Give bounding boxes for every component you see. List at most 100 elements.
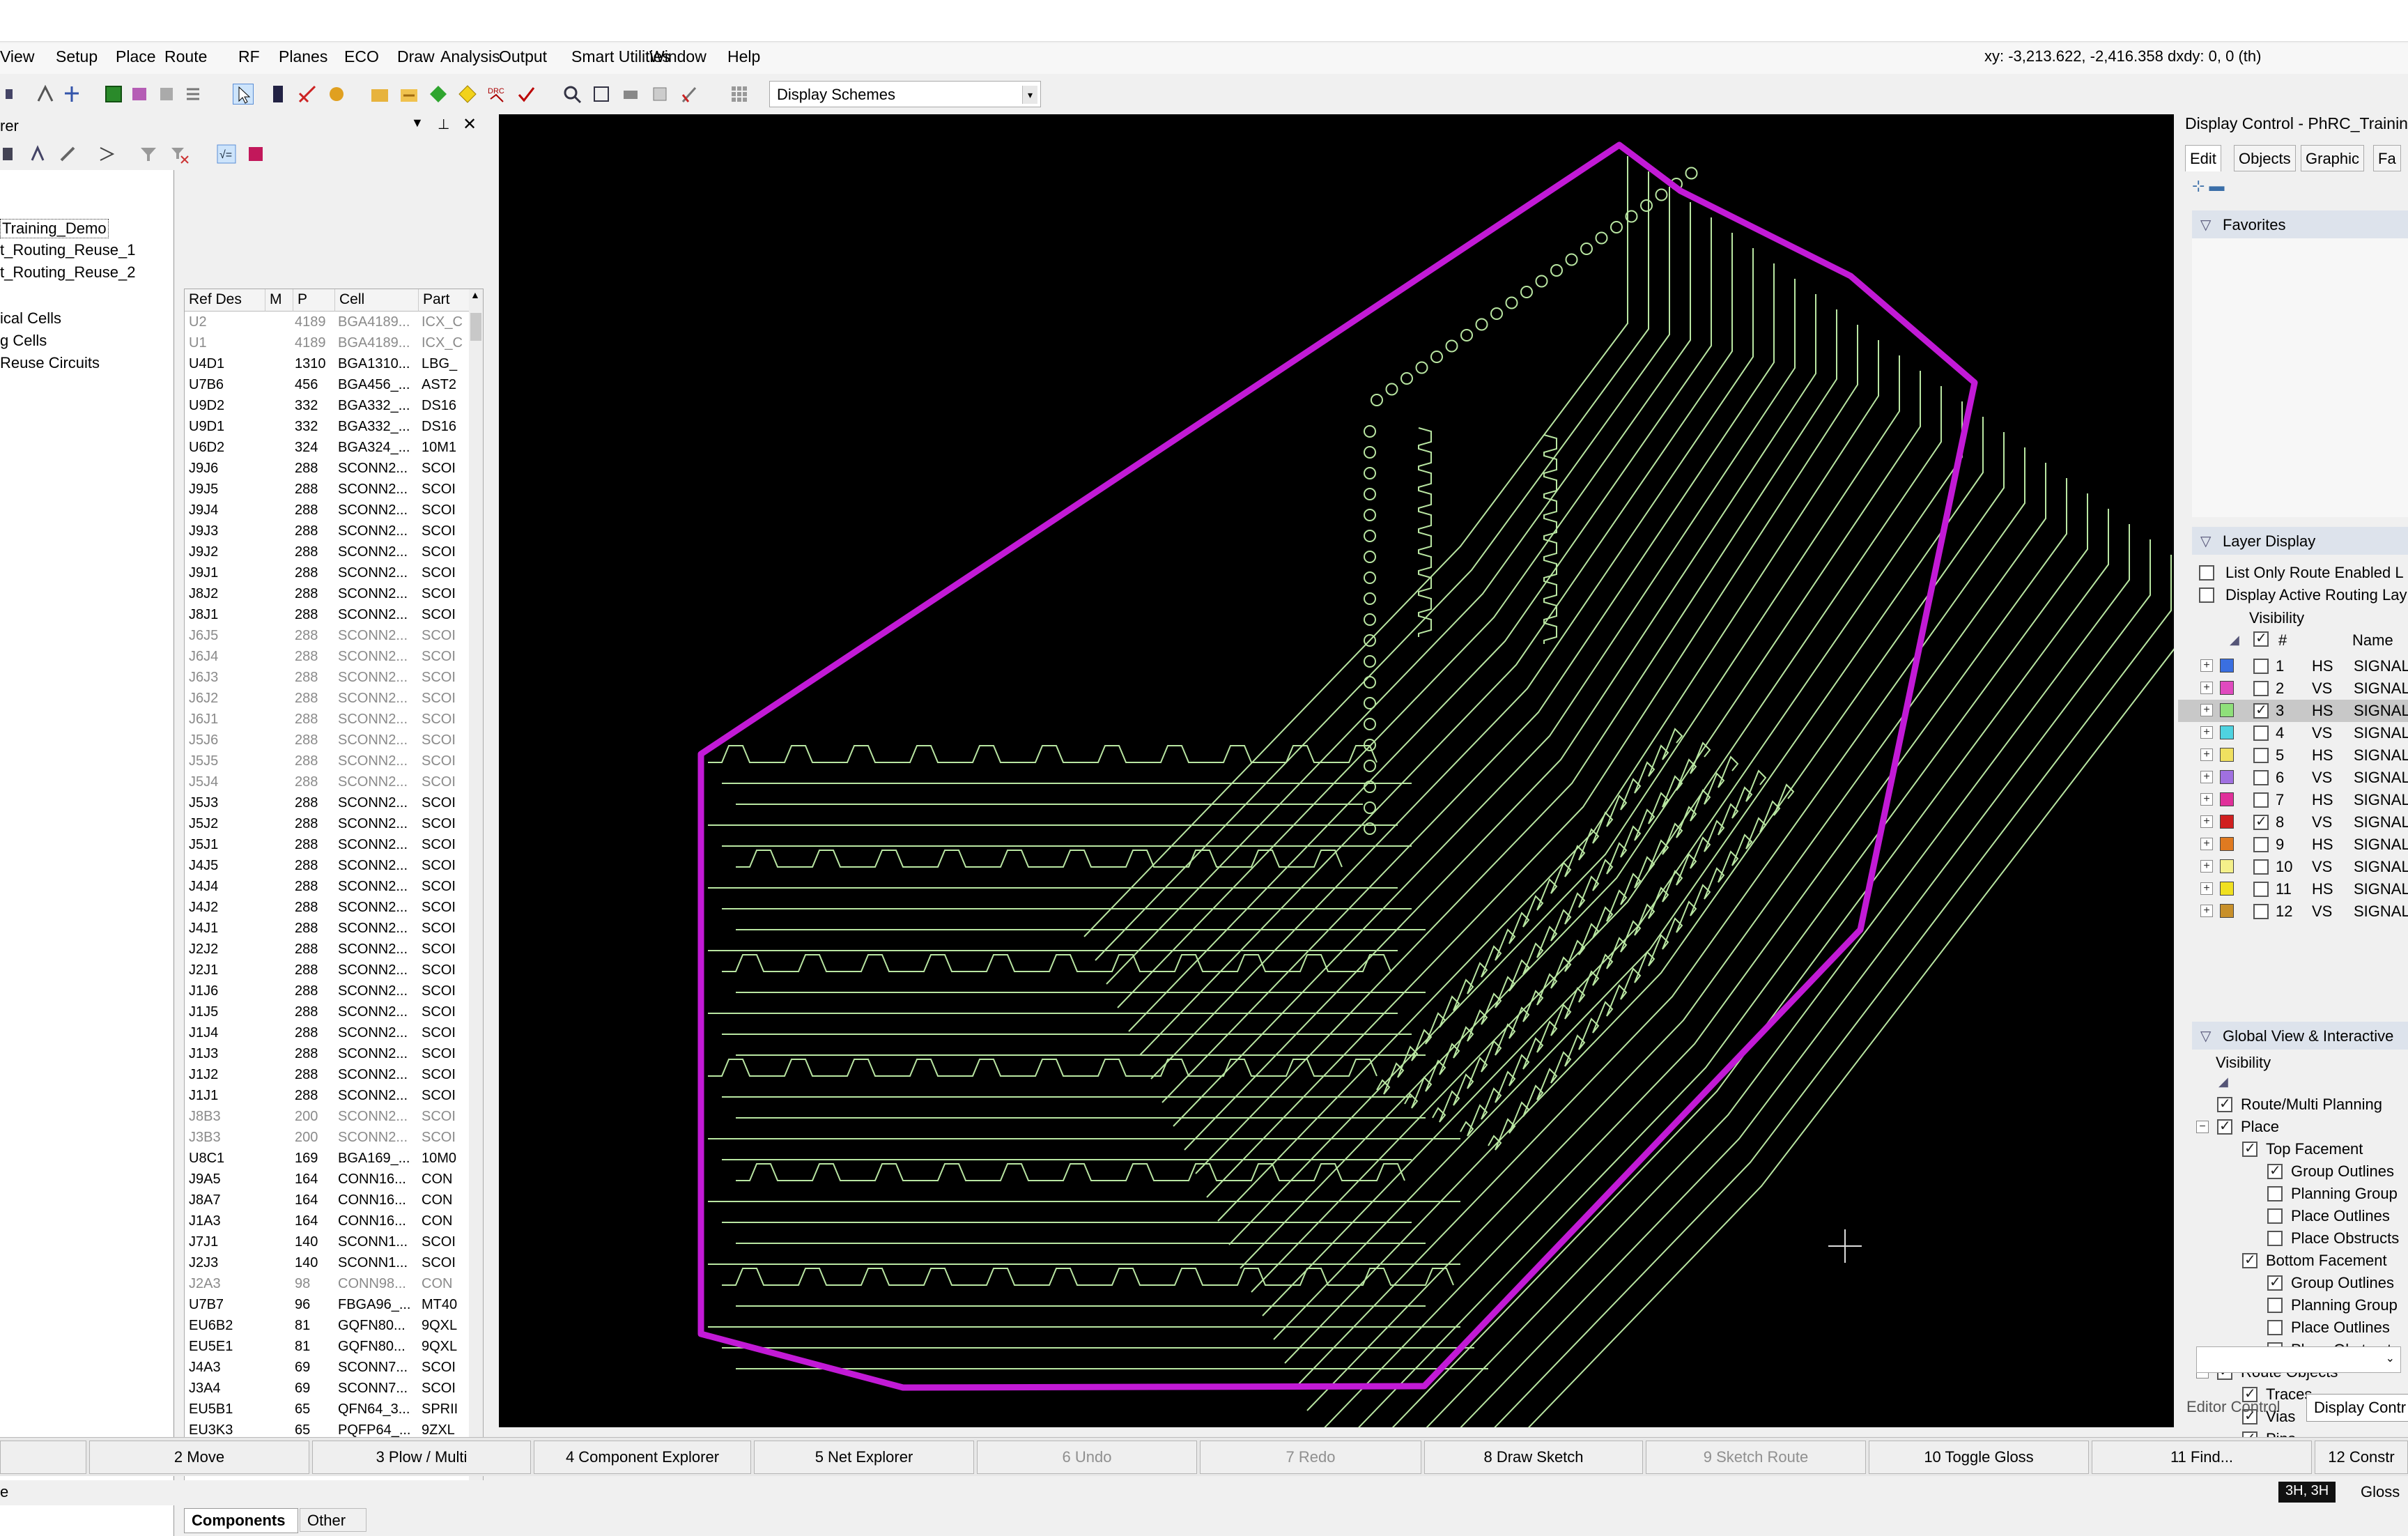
favorites-header[interactable]: ▽ Favorites bbox=[2192, 210, 2408, 238]
fanout-icon[interactable] bbox=[61, 84, 82, 105]
clear-filter-icon[interactable] bbox=[169, 144, 190, 164]
grid-icon[interactable] bbox=[729, 84, 750, 105]
layer-color-swatch[interactable] bbox=[2220, 792, 2234, 806]
layer-color-swatch[interactable] bbox=[2220, 681, 2234, 695]
layer-row[interactable]: +10 VS SIGNAL_ bbox=[2178, 856, 2408, 878]
table-row[interactable]: J5J4 288 SCONN2... SCOI bbox=[185, 771, 470, 792]
table-row[interactable]: J6J1 288 SCONN2... SCOI bbox=[185, 709, 470, 730]
table-row[interactable]: J7J1 140 SCONN1... SCOI bbox=[185, 1231, 470, 1252]
property-icon[interactable] bbox=[649, 84, 670, 105]
layer-color-swatch[interactable] bbox=[2220, 859, 2234, 873]
layer-visibility-checkbox[interactable] bbox=[2253, 770, 2269, 785]
table-row[interactable]: J9J6 288 SCONN2... SCOI bbox=[185, 458, 470, 479]
function-key-6[interactable]: 6 Undo bbox=[977, 1441, 1197, 1474]
table-row[interactable]: U6D2 324 BGA324_... 10M1 bbox=[185, 437, 470, 458]
table-row[interactable]: J1J3 288 SCONN2... SCOI bbox=[185, 1043, 470, 1064]
chevron-up-icon[interactable]: ▲ bbox=[470, 289, 480, 300]
table-row[interactable]: J9J1 288 SCONN2... SCOI bbox=[185, 562, 470, 583]
tab-edit[interactable]: Edit bbox=[2185, 145, 2221, 171]
table-row[interactable]: J8J1 288 SCONN2... SCOI bbox=[185, 604, 470, 625]
sort-icon[interactable]: ◢ bbox=[2230, 633, 2239, 647]
expand-icon[interactable]: + bbox=[2200, 815, 2213, 828]
close-icon[interactable]: ✕ bbox=[463, 114, 477, 135]
layer-row[interactable]: +5 HS SIGNAL_ bbox=[2178, 744, 2408, 767]
table-row[interactable]: J2J2 288 SCONN2... SCOI bbox=[185, 939, 470, 960]
menu-item-view[interactable]: View bbox=[0, 47, 34, 66]
layer-visibility-checkbox[interactable] bbox=[2253, 701, 2269, 719]
layer-color-swatch[interactable] bbox=[2220, 748, 2234, 762]
function-key-9[interactable]: 9 Sketch Route bbox=[1646, 1441, 1866, 1474]
layer-visibility-checkbox[interactable] bbox=[2253, 725, 2269, 741]
sort-icon[interactable]: ◢ bbox=[2218, 1075, 2228, 1089]
function-key-8[interactable]: 8 Draw Sketch bbox=[1424, 1441, 1643, 1474]
table-row[interactable]: U7B7 96 FBGA96_... MT40 bbox=[185, 1294, 470, 1315]
layer-color-swatch[interactable] bbox=[2220, 770, 2234, 784]
layer-visibility-checkbox[interactable] bbox=[2253, 748, 2269, 763]
layer-row[interactable]: +6 VS SIGNAL_ bbox=[2178, 767, 2408, 789]
print-icon[interactable] bbox=[620, 84, 641, 105]
layer-color-swatch[interactable] bbox=[2220, 882, 2234, 896]
layer-visibility-checkbox[interactable] bbox=[2253, 859, 2269, 875]
explorer-tool-icon[interactable] bbox=[28, 144, 49, 164]
layer-icon[interactable] bbox=[268, 84, 288, 105]
scheme-dropdown[interactable]: ⌄ bbox=[2196, 1346, 2401, 1373]
layer-visibility-checkbox[interactable] bbox=[2253, 837, 2269, 852]
select-mode-icon[interactable] bbox=[233, 84, 254, 105]
table-row[interactable]: J4A3 69 SCONN7... SCOI bbox=[185, 1357, 470, 1378]
column-header-cell[interactable]: Cell bbox=[335, 289, 419, 312]
drc-icon[interactable]: DRC bbox=[486, 84, 507, 105]
table-row[interactable]: EU5B1 65 QFN64_3... SPRII bbox=[185, 1399, 470, 1420]
table-row[interactable]: J9J3 288 SCONN2... SCOI bbox=[185, 521, 470, 542]
function-key-12[interactable]: 12 Constr bbox=[2315, 1441, 2408, 1474]
column-header-part[interactable]: Part bbox=[419, 289, 470, 312]
table-row[interactable]: J1J5 288 SCONN2... SCOI bbox=[185, 1001, 470, 1022]
panel-menu-icon[interactable]: ▼ bbox=[411, 116, 424, 130]
layer-display-header[interactable]: ▽ Layer Display bbox=[2192, 527, 2408, 555]
table-row[interactable]: J4J2 288 SCONN2... SCOI bbox=[185, 897, 470, 918]
formula-icon[interactable]: √= bbox=[216, 144, 237, 164]
tab-other[interactable]: Other bbox=[300, 1508, 366, 1532]
function-key-2[interactable]: 2 Move bbox=[89, 1441, 309, 1474]
expand-icon[interactable]: + bbox=[2200, 793, 2213, 806]
pcb-layout[interactable] bbox=[499, 114, 2193, 1536]
tree-item[interactable]: ical Cells bbox=[0, 309, 61, 328]
table-row[interactable]: J2A3 98 CONN98... CON bbox=[185, 1273, 470, 1294]
zoom-fit-icon[interactable] bbox=[591, 84, 612, 105]
column-header-ref-des[interactable]: Ref Des bbox=[185, 289, 265, 312]
table-row[interactable]: J3A4 69 SCONN7... SCOI bbox=[185, 1378, 470, 1399]
cell-icon[interactable] bbox=[156, 84, 177, 105]
yellow-diamond-icon[interactable] bbox=[457, 84, 478, 105]
function-key-5[interactable]: 5 Net Explorer bbox=[754, 1441, 974, 1474]
column-header-p[interactable]: P bbox=[293, 289, 335, 312]
green-diamond-icon[interactable] bbox=[428, 84, 449, 105]
expand-icon[interactable]: + bbox=[2200, 860, 2213, 873]
display-scheme-select[interactable]: Display Schemes ▾ bbox=[769, 81, 1041, 107]
table-row[interactable]: J1J4 288 SCONN2... SCOI bbox=[185, 1022, 470, 1043]
check-icon[interactable] bbox=[516, 84, 537, 105]
menu-item-help[interactable]: Help bbox=[727, 47, 760, 66]
table-row[interactable]: J8A7 164 CONN16... CON bbox=[185, 1190, 470, 1211]
table-row[interactable]: J4J5 288 SCONN2... SCOI bbox=[185, 855, 470, 876]
layer-color-swatch[interactable] bbox=[2220, 815, 2234, 829]
layer-visibility-checkbox[interactable] bbox=[2253, 813, 2269, 830]
table-row[interactable]: U4D1 1310 BGA1310... LBG_ bbox=[185, 353, 470, 374]
component-icon[interactable] bbox=[130, 84, 150, 105]
table-row[interactable]: J1J6 288 SCONN2... SCOI bbox=[185, 981, 470, 1001]
visibility-checkbox[interactable] bbox=[2267, 1298, 2283, 1313]
table-row[interactable]: J2J1 288 SCONN2... SCOI bbox=[185, 960, 470, 981]
tree-item[interactable]: Reuse Circuits bbox=[0, 354, 100, 372]
table-row[interactable]: U9D1 332 BGA332_... DS16 bbox=[185, 416, 470, 437]
menu-item-eco[interactable]: ECO bbox=[344, 47, 379, 66]
visibility-checkbox[interactable] bbox=[2217, 1117, 2232, 1135]
function-key-4[interactable]: 4 Component Explorer bbox=[534, 1441, 751, 1474]
explorer-tool-icon[interactable] bbox=[96, 144, 117, 164]
table-row[interactable]: J5J1 288 SCONN2... SCOI bbox=[185, 834, 470, 855]
menu-item-planes[interactable]: Planes bbox=[279, 47, 327, 66]
function-key-3[interactable]: 3 Plow / Multi bbox=[312, 1441, 531, 1474]
table-row[interactable]: J9J5 288 SCONN2... SCOI bbox=[185, 479, 470, 500]
expand-icon[interactable]: + bbox=[2200, 659, 2213, 672]
tune-icon[interactable] bbox=[326, 84, 347, 105]
tab-display-control[interactable]: Display Contr bbox=[2306, 1394, 2408, 1422]
filter-icon[interactable] bbox=[138, 144, 159, 164]
explorer-tool-icon[interactable] bbox=[57, 144, 78, 164]
